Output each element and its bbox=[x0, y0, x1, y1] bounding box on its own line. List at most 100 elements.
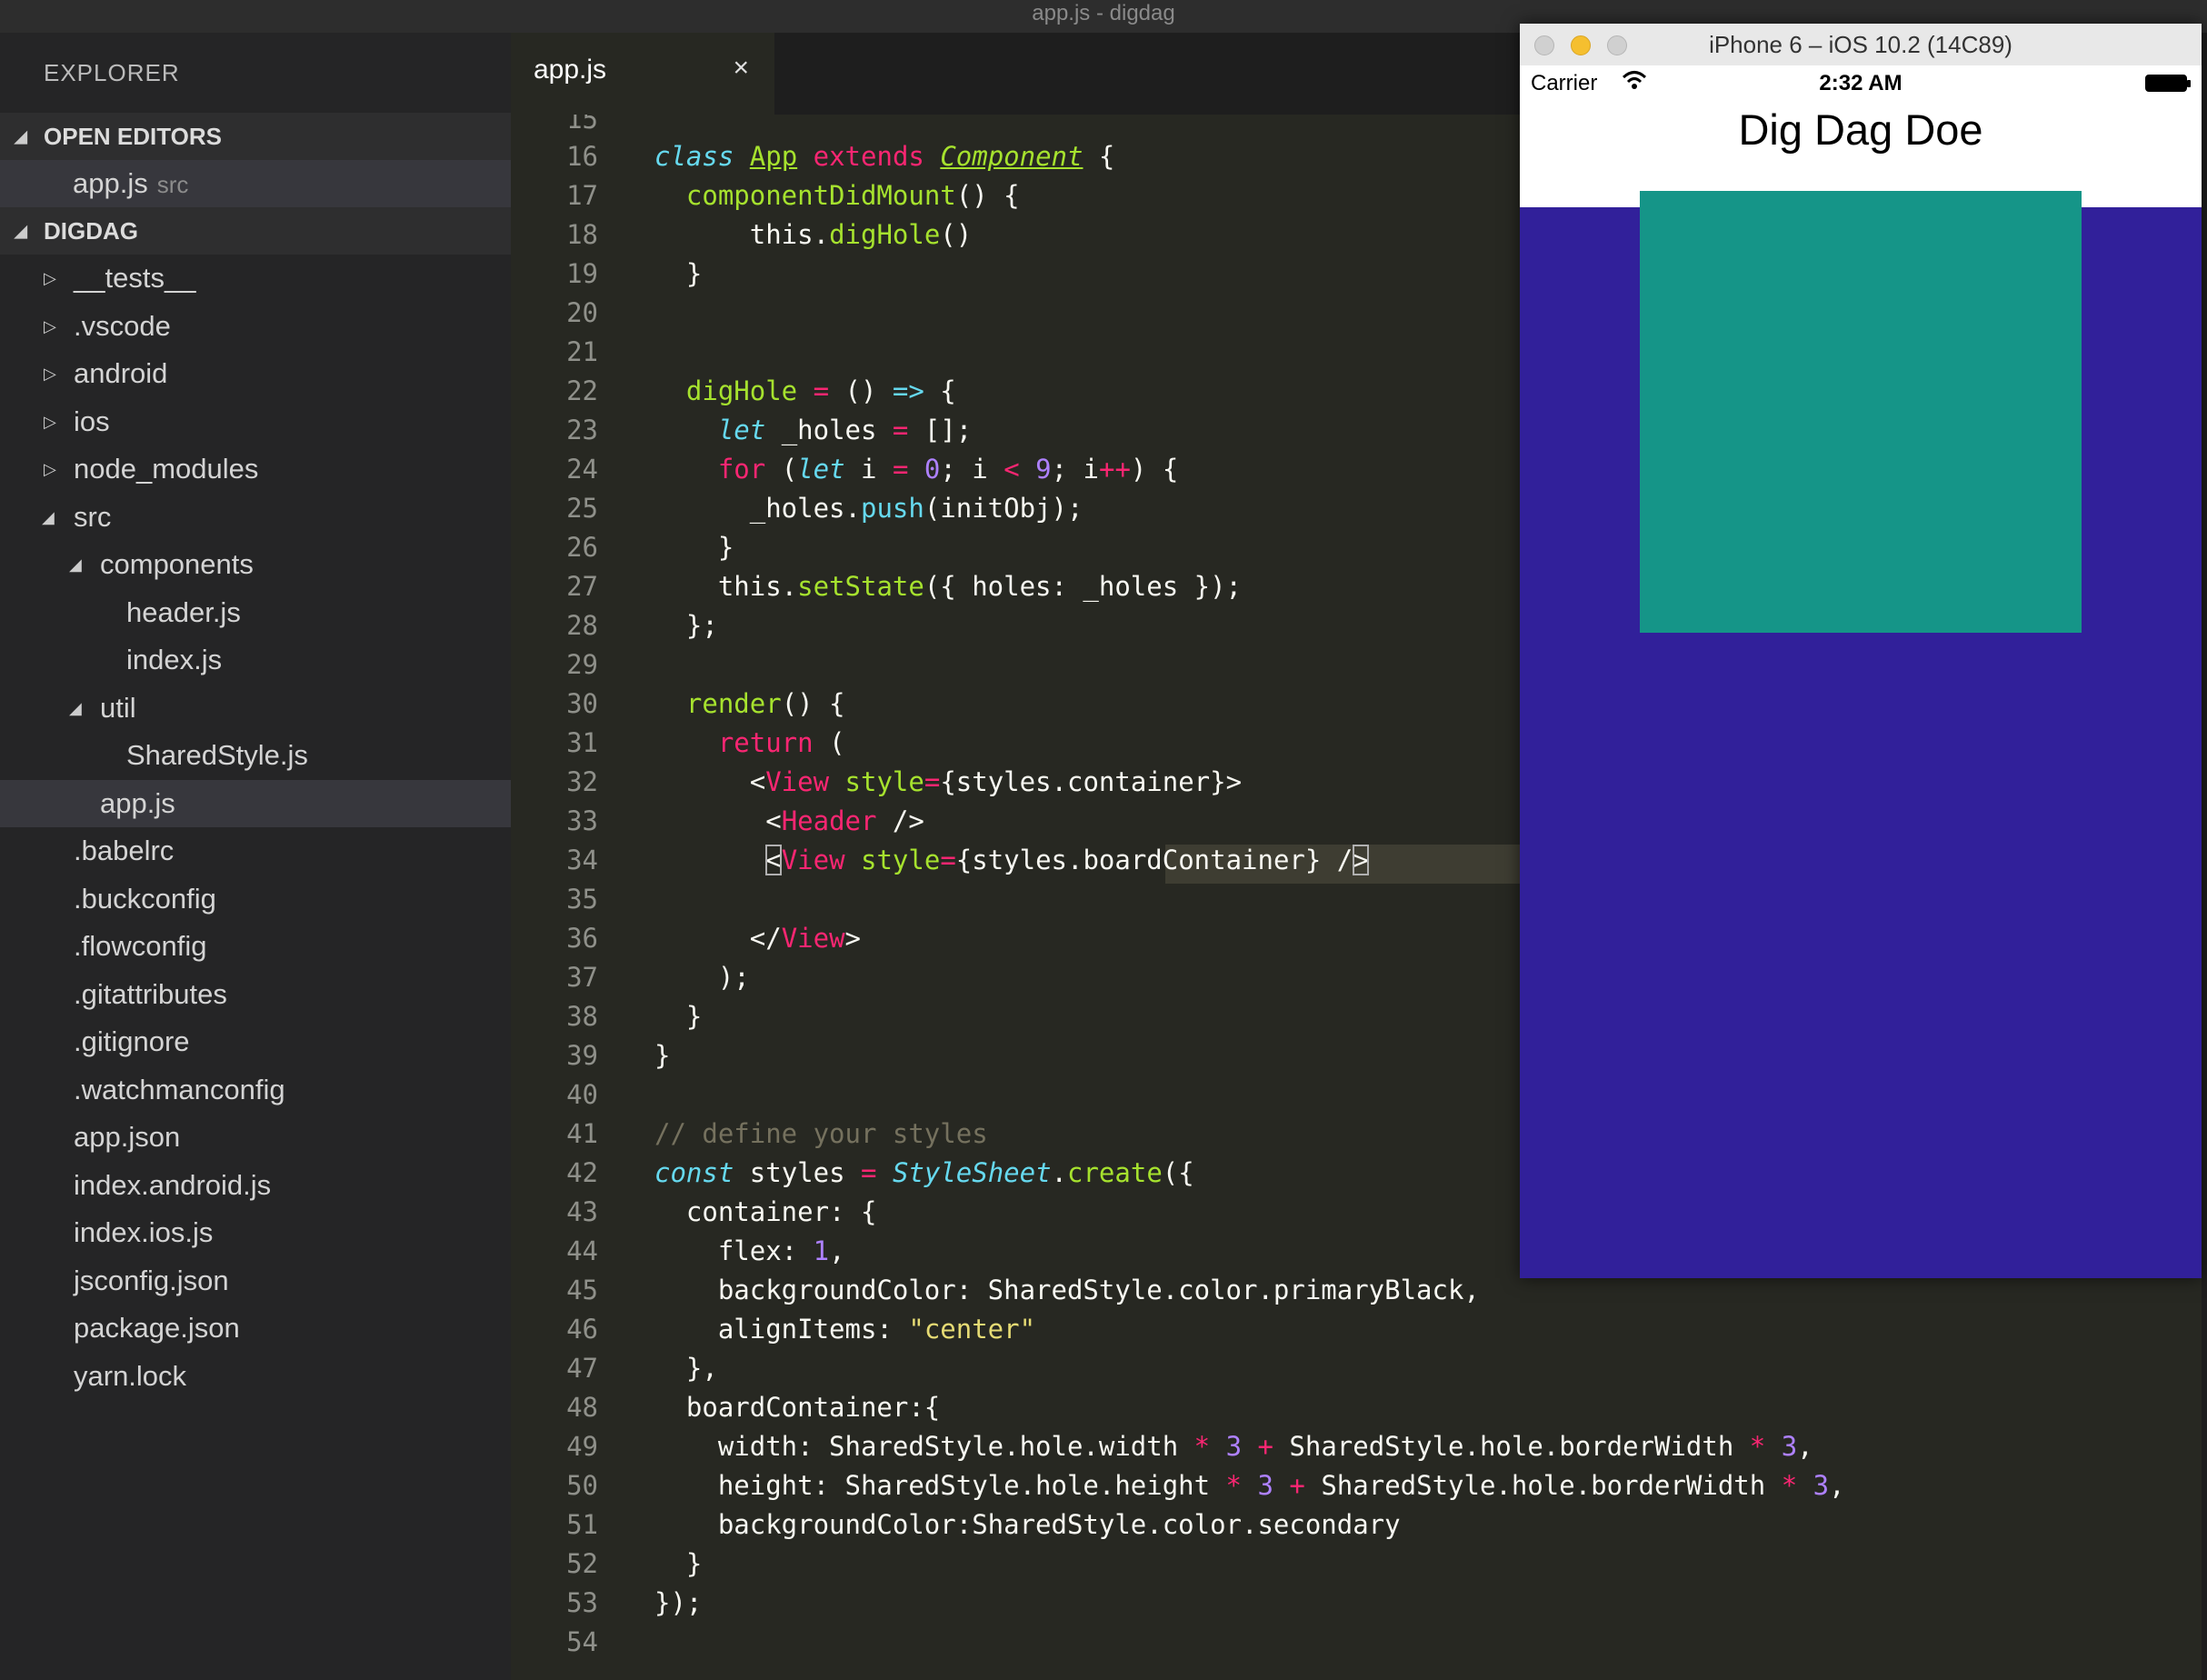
tree-file-babelrc[interactable]: .babelrc bbox=[0, 827, 511, 875]
tree-file-watchmanconfig[interactable]: .watchmanconfig bbox=[0, 1066, 511, 1115]
tree-item-label: package.json bbox=[74, 1312, 240, 1344]
line-number: 34 bbox=[566, 845, 598, 875]
minimize-window-button[interactable] bbox=[1571, 35, 1591, 55]
line-number: 15 bbox=[566, 115, 598, 135]
line-number: 40 bbox=[566, 1079, 598, 1110]
close-icon[interactable]: × bbox=[733, 53, 749, 84]
ios-simulator-window[interactable]: iPhone 6 – iOS 10.2 (14C89) Carrier 2:32… bbox=[1520, 24, 2202, 1278]
line-number: 36 bbox=[566, 923, 598, 954]
line-number: 23 bbox=[566, 415, 598, 445]
tree-item-label: components bbox=[100, 548, 254, 580]
explorer-header: EXPLORER bbox=[44, 59, 180, 86]
tab-app-js[interactable]: app.js × bbox=[511, 33, 774, 115]
code-line: 53}); bbox=[511, 1584, 2207, 1623]
tree-file-package-json[interactable]: package.json bbox=[0, 1305, 511, 1353]
open-editor-dir: src bbox=[156, 171, 189, 198]
tree-file-sharedstyle-js[interactable]: SharedStyle.js bbox=[0, 732, 511, 780]
chevron-right-icon: ▷ bbox=[44, 316, 56, 335]
simulator-title: iPhone 6 – iOS 10.2 (14C89) bbox=[1709, 31, 2012, 58]
line-number: 47 bbox=[566, 1353, 598, 1384]
line-number: 33 bbox=[566, 805, 598, 836]
status-time: 2:32 AM bbox=[1819, 71, 1902, 95]
tree-item-label: yarn.lock bbox=[74, 1359, 187, 1392]
tree-file-index-android-js[interactable]: index.android.js bbox=[0, 1162, 511, 1210]
line-number: 31 bbox=[566, 727, 598, 758]
zoom-window-button[interactable] bbox=[1607, 35, 1627, 55]
tree-folder-android[interactable]: ▷ android bbox=[0, 350, 511, 398]
tree-file-index-ios-js[interactable]: index.ios.js bbox=[0, 1209, 511, 1257]
tree-item-label: .watchmanconfig bbox=[74, 1073, 285, 1105]
tree-folder-vscode[interactable]: ▷ .vscode bbox=[0, 303, 511, 351]
line-number: 53 bbox=[566, 1587, 598, 1618]
tree-file-gitignore[interactable]: .gitignore bbox=[0, 1018, 511, 1066]
tree-file-jsconfig-json[interactable]: jsconfig.json bbox=[0, 1257, 511, 1305]
line-number: 35 bbox=[566, 884, 598, 915]
line-number: 45 bbox=[566, 1275, 598, 1305]
open-editors-label: OPEN EDITORS bbox=[44, 123, 223, 150]
line-number: 43 bbox=[566, 1196, 598, 1227]
code-line: 46 alignItems: "center" bbox=[511, 1310, 2207, 1349]
tree-item-label: app.js bbox=[100, 786, 175, 819]
line-number: 46 bbox=[566, 1314, 598, 1345]
line-number: 20 bbox=[566, 297, 598, 328]
line-number: 26 bbox=[566, 532, 598, 563]
line-number: 17 bbox=[566, 180, 598, 211]
project-section[interactable]: ◢ DIGDAG bbox=[0, 207, 511, 255]
line-number: 42 bbox=[566, 1157, 598, 1188]
board-container[interactable] bbox=[1640, 191, 2082, 633]
code-line: 54 bbox=[511, 1623, 2207, 1662]
ios-status-bar: Carrier 2:32 AM bbox=[1520, 65, 2202, 102]
code-line: 48 boardContainer:{ bbox=[511, 1388, 2207, 1427]
app-title: Dig Dag Doe bbox=[1738, 105, 1983, 154]
tree-item-label: SharedStyle.js bbox=[126, 739, 308, 771]
tree-file-app-json[interactable]: app.json bbox=[0, 1114, 511, 1162]
tree-item-label: index.ios.js bbox=[74, 1216, 214, 1248]
tree-item-label: .gitignore bbox=[74, 1025, 190, 1057]
tree-file-yarn-lock[interactable]: yarn.lock bbox=[0, 1353, 511, 1401]
chevron-right-icon: ▷ bbox=[44, 365, 56, 383]
line-number: 24 bbox=[566, 454, 598, 485]
tree-file-header-js[interactable]: header.js bbox=[0, 589, 511, 637]
tree-item-label: jsconfig.json bbox=[74, 1264, 229, 1296]
tree-item-label: .vscode bbox=[74, 309, 171, 342]
line-number: 54 bbox=[566, 1626, 598, 1657]
line-number: 28 bbox=[566, 610, 598, 641]
line-number: 38 bbox=[566, 1001, 598, 1032]
tree-folder-tests[interactable]: ▷ __tests__ bbox=[0, 255, 511, 303]
code-line: 47 }, bbox=[511, 1349, 2207, 1388]
tree-item-label: index.android.js bbox=[74, 1168, 272, 1201]
chevron-right-icon: ▷ bbox=[44, 460, 56, 478]
code-line: 52 } bbox=[511, 1545, 2207, 1584]
tree-file-app-js[interactable]: app.js bbox=[0, 779, 511, 827]
chevron-right-icon: ▷ bbox=[44, 269, 56, 287]
tree-folder-src[interactable]: ◢ src bbox=[0, 494, 511, 542]
line-number: 18 bbox=[566, 219, 598, 250]
line-number: 51 bbox=[566, 1509, 598, 1540]
tree-item-label: app.json bbox=[74, 1121, 181, 1153]
tree-file-flowconfig[interactable]: .flowconfig bbox=[0, 923, 511, 971]
tree-file-gitattributes[interactable]: .gitattributes bbox=[0, 971, 511, 1019]
window-title: app.js - digdag bbox=[1032, 1, 1175, 25]
line-number: 49 bbox=[566, 1431, 598, 1462]
line-number: 25 bbox=[566, 493, 598, 524]
explorer-sidebar: EXPLORER ◢ OPEN EDITORS app.js src ◢ DIGD… bbox=[0, 33, 511, 1680]
line-number: 16 bbox=[566, 141, 598, 172]
tree-folder-ios[interactable]: ▷ ios bbox=[0, 398, 511, 446]
line-number: 37 bbox=[566, 962, 598, 993]
line-number: 19 bbox=[566, 258, 598, 289]
battery-icon bbox=[2145, 74, 2192, 100]
tree-folder-node-modules[interactable]: ▷ node_modules bbox=[0, 445, 511, 494]
chevron-down-icon: ◢ bbox=[15, 127, 27, 145]
tree-item-label: .buckconfig bbox=[74, 882, 216, 915]
tree-folder-components[interactable]: ◢ components bbox=[0, 541, 511, 589]
scrollbar[interactable] bbox=[2202, 33, 2207, 1680]
tree-folder-util[interactable]: ◢ util bbox=[0, 685, 511, 733]
open-editors-section[interactable]: ◢ OPEN EDITORS bbox=[0, 113, 511, 160]
open-editor-item[interactable]: app.js src bbox=[0, 160, 511, 207]
close-window-button[interactable] bbox=[1534, 35, 1554, 55]
tree-file-buckconfig[interactable]: .buckconfig bbox=[0, 875, 511, 924]
tree-item-label: util bbox=[100, 691, 136, 724]
tree-item-label: .gitattributes bbox=[74, 977, 227, 1010]
tree-item-label: .babelrc bbox=[74, 835, 175, 866]
tree-file-index-js[interactable]: index.js bbox=[0, 636, 511, 685]
